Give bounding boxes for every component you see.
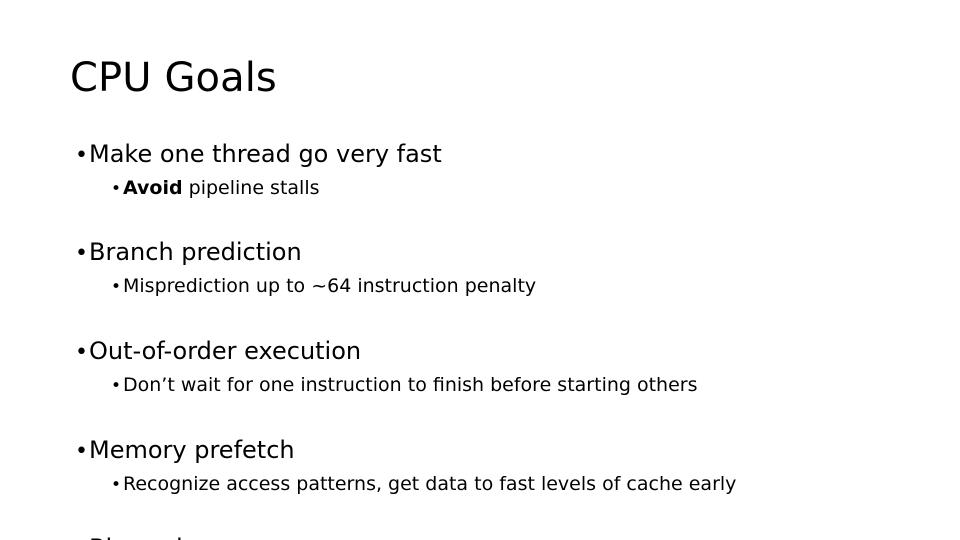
bullet-level1-item[interactable]: • Big caches: [70, 532, 930, 540]
bullet-level1-label: Branch prediction: [89, 238, 302, 266]
bullet-dot-icon: •: [75, 241, 88, 266]
bullet-group: • Branch prediction • Misprediction up t…: [70, 236, 930, 303]
bullet-dot-icon: •: [111, 277, 122, 297]
bullet-group: • Memory prefetch • Recognize access pat…: [70, 434, 930, 501]
bullet-level2-label: Don’t wait for one instruction to finish…: [123, 374, 698, 396]
bullet-level2-label: Misprediction up to ~64 instruction pena…: [123, 275, 537, 297]
bullet-level1-item[interactable]: • Make one thread go very fast: [70, 138, 930, 172]
bullet-level2-remainder: pipeline stalls: [182, 177, 320, 199]
bullet-dot-icon: •: [111, 475, 122, 495]
bullet-dot-icon: •: [75, 340, 88, 365]
bullet-group: • Make one thread go very fast • Avoid p…: [70, 138, 930, 205]
page-title: CPU Goals: [70, 55, 277, 101]
bullet-level2-item[interactable]: • Misprediction up to ~64 instruction pe…: [70, 270, 930, 303]
bullet-level1-label: Memory prefetch: [89, 436, 295, 464]
bullet-level2-item[interactable]: • Don’t wait for one instruction to fini…: [70, 369, 930, 402]
bullet-level1-label: Out-of-order execution: [89, 337, 362, 365]
bullet-dot-icon: •: [111, 179, 122, 199]
bullet-level2-emphasis: Avoid: [123, 177, 183, 199]
bullet-group: • Out-of-order execution • Don’t wait fo…: [70, 335, 930, 402]
bullet-group: • Big caches • Though bigger caches add …: [70, 532, 930, 540]
bullet-level1-label: Big caches: [89, 532, 219, 540]
bullet-level2-label: Avoid pipeline stalls: [123, 172, 320, 204]
bullet-dot-icon: •: [75, 439, 88, 464]
slide-body: • Make one thread go very fast • Avoid p…: [70, 138, 930, 540]
bullet-level1-label: Make one thread go very fast: [89, 140, 442, 168]
bullet-dot-icon: •: [111, 376, 122, 396]
bullet-level1-item[interactable]: • Memory prefetch: [70, 434, 930, 468]
bullet-level1-item[interactable]: • Out-of-order execution: [70, 335, 930, 369]
bullet-level2-item[interactable]: • Avoid pipeline stalls: [70, 172, 930, 205]
bullet-level1-item[interactable]: • Branch prediction: [70, 236, 930, 270]
bullet-level2-label: Recognize access patterns, get data to f…: [123, 473, 737, 495]
bullet-dot-icon: •: [75, 533, 89, 540]
bullet-dot-icon: •: [75, 143, 88, 168]
slide-canvas: CPU Goals • Make one thread go very fast…: [0, 0, 960, 540]
bullet-level2-item[interactable]: • Recognize access patterns, get data to…: [70, 468, 930, 501]
